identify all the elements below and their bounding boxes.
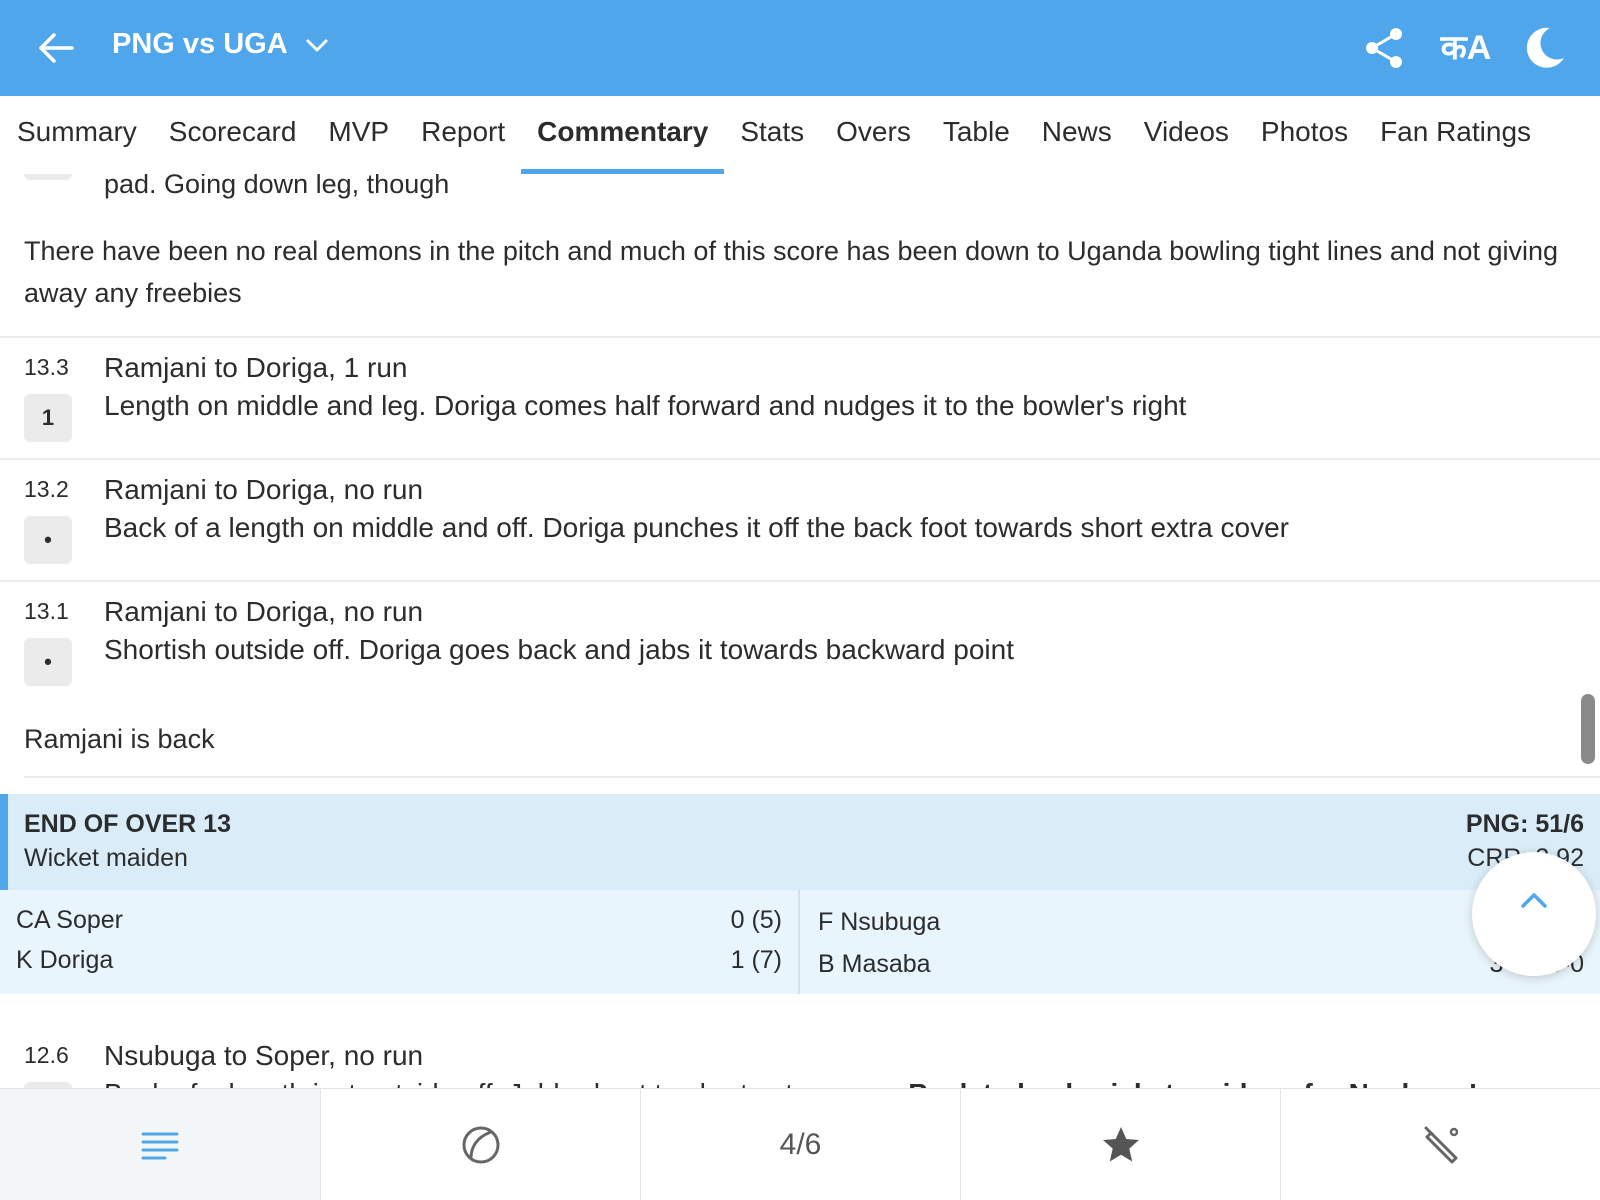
star-icon [1102,1127,1139,1162]
divider [24,776,1600,778]
divider [0,458,1600,460]
ball-title: Ramjani to Doriga, no run [104,596,424,627]
tab-report[interactable]: Report [405,96,521,174]
ball-title: Nsubuga to Soper, no run [104,1040,424,1071]
batter-figures: 0 (5) [730,906,782,934]
batter-row: K Doriga 1 (7) [16,946,782,975]
ball-commentary-text: Shortish outside off. Doriga goes back a… [104,634,1014,665]
app-header: PNG vs UGA कA [0,0,1600,96]
match-title-dropdown[interactable]: PNG vs UGA [112,28,330,61]
match-title: PNG vs UGA [112,28,288,60]
tab-scorecard[interactable]: Scorecard [153,96,313,174]
ball-badge: • [24,516,72,564]
bowler-name: F Nsubuga [818,908,941,936]
tab-table[interactable]: Table [927,96,1026,174]
batter-row: CA Soper 0 (5) [16,906,782,935]
tab-stats[interactable]: Stats [724,96,820,174]
tab-photos[interactable]: Photos [1245,96,1364,174]
batter-name: CA Soper [16,906,124,934]
batters-column: CA Soper 0 (5) K Doriga 1 (7) [0,890,800,994]
tab-mvp[interactable]: MVP [312,96,405,174]
bowler-row: F Nsubuga 4-3-1-2 [818,908,1584,937]
ball-commentary-text: Length on middle and leg. Doriga comes h… [104,390,1187,421]
ball-title: Ramjani to Doriga, 1 run [104,352,408,383]
tab-overs[interactable]: Overs [820,96,927,174]
end-of-over-title: END OF OVER 13 [24,810,231,838]
end-of-over-subtitle: Wicket maiden [24,844,188,872]
ball-commentary-highlight: Back to back wicket maidens for Nsubuga! [908,1078,1478,1088]
commentary-feed[interactable]: pad. Going down leg, though There have b… [0,174,1600,1088]
dark-mode-moon-icon[interactable] [1520,24,1568,72]
commentary-note: There have been no real demons in the pi… [24,236,1558,308]
team-score: PNG: 51/6 [1465,810,1584,838]
bottom-toolbar: 4/6 [0,1088,1600,1200]
cricket-bat-icon [1424,1126,1458,1164]
chevron-down-icon [306,39,328,51]
over-number: 12.6 [24,1042,69,1068]
batting-button[interactable] [1280,1089,1600,1200]
bowler-name: B Masaba [818,950,931,978]
tab-summary[interactable]: Summary [0,96,153,174]
menu-lines-button[interactable] [0,1089,320,1200]
ball-commentary-plain: Back of a length just outside off. Jabbe… [104,1078,908,1088]
tab-news[interactable]: News [1026,96,1128,174]
ball-title: Ramjani to Doriga, no run [104,474,424,505]
back-arrow-icon[interactable] [34,26,78,70]
chevron-up-icon [1521,893,1547,908]
over-number: 13.2 [24,476,69,502]
share-icon[interactable] [1360,24,1408,72]
ball-commentary-text: Back of a length on middle and off. Dori… [104,512,1289,543]
ball-badge: • [24,638,72,686]
scrollbar-thumb[interactable] [1581,694,1595,764]
menu-lines-icon [141,1132,179,1160]
match-tabs: Summary Scorecard MVP Report Commentary … [0,96,1600,174]
divider [0,580,1600,582]
tab-commentary[interactable]: Commentary [521,96,725,174]
over-number: 13.1 [24,598,69,624]
divider [0,336,1600,338]
end-of-over-summary: END OF OVER 13 Wicket maiden PNG: 51/6 C… [0,794,1600,890]
batter-figures: 1 (7) [730,946,782,974]
language-icon[interactable]: कA [1438,24,1494,72]
batter-name: K Doriga [16,946,114,974]
over-number: 13.3 [24,354,69,380]
ball-badge [24,174,72,180]
scroll-to-top-button[interactable] [1472,852,1596,976]
page-indicator[interactable]: 4/6 [640,1089,960,1200]
favourite-button[interactable] [960,1089,1280,1200]
ball-commentary-text: pad. Going down leg, though [104,174,450,199]
tab-videos[interactable]: Videos [1128,96,1245,174]
tab-fan-ratings[interactable]: Fan Ratings [1364,96,1547,174]
commentary-note: Ramjani is back [24,724,215,754]
bowler-row: B Masaba 3-0-13-0 [818,950,1584,979]
end-of-over-players: CA Soper 0 (5) K Doriga 1 (7) F Nsubuga … [0,890,1600,994]
ball-filter-button[interactable] [320,1089,640,1200]
ball-badge: 1 [24,394,72,442]
ball-icon [462,1126,499,1164]
ball-commentary-text: Back of a length just outside off. Jabbe… [104,1076,1478,1088]
